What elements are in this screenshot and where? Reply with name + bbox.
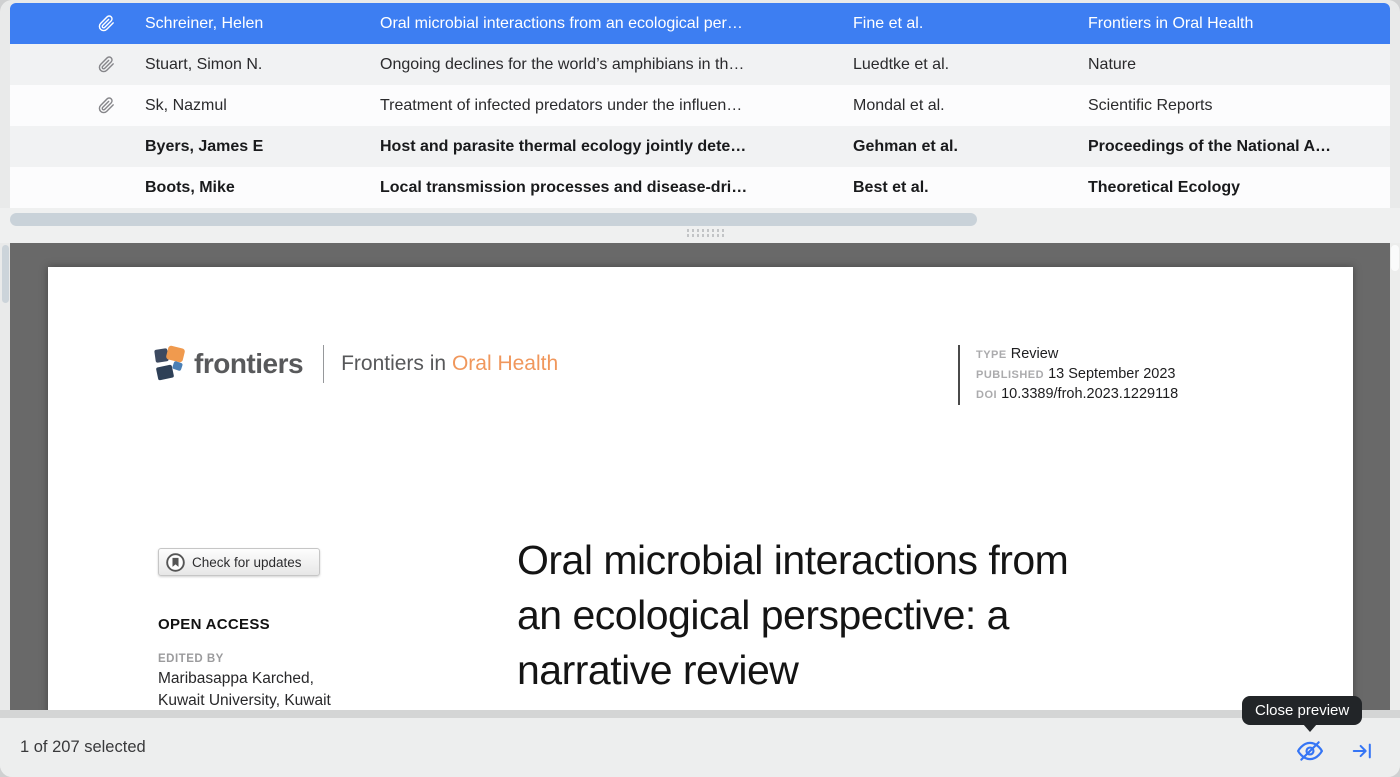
etal-cell: Gehman et al. [853, 126, 1088, 167]
article-title: Oral microbial interactions from an ecol… [517, 533, 1068, 698]
meta-value: Review [1011, 346, 1059, 362]
attachment-cell [10, 126, 145, 167]
journal-cell: Scientific Reports [1088, 85, 1390, 126]
author-cell: Byers, James E [145, 126, 380, 167]
author-cell: Boots, Mike [145, 167, 380, 208]
meta-label: PUBLISHED [976, 369, 1044, 381]
journal-brand: frontiers Frontiers in Oral Health [154, 343, 558, 385]
meta-line: PUBLISHED 13 September 2023 [976, 365, 1178, 385]
title-cell: Treatment of infected predators under th… [380, 85, 853, 126]
table-row[interactable]: Sk, Nazmul Treatment of infected predato… [10, 85, 1390, 126]
journal-name-highlight: Oral Health [452, 352, 558, 375]
right-vertical-scrollbar-track [1390, 243, 1400, 710]
title-cell: Oral microbial interactions from an ecol… [380, 3, 853, 44]
expand-panel-button[interactable] [1346, 735, 1378, 767]
article-title-line: an ecological perspective: a [517, 588, 1068, 643]
left-vertical-scrollbar-thumb[interactable] [2, 245, 9, 303]
journal-cell: Frontiers in Oral Health [1088, 3, 1390, 44]
meta-value: 10.3389/froh.2023.1229118 [1001, 386, 1178, 402]
journal-name: Frontiers in Oral Health [341, 352, 558, 376]
selection-count-text: 1 of 207 selected [20, 718, 146, 777]
article-meta-block: TYPE Review PUBLISHED 13 September 2023 … [958, 345, 1178, 405]
pane-splitter-area [0, 208, 1400, 243]
table-row[interactable]: Boots, Mike Local transmission processes… [10, 167, 1390, 208]
pdf-preview-pane: frontiers Frontiers in Oral Health TYPE … [10, 243, 1390, 710]
right-vertical-scrollbar-thumb[interactable] [1391, 245, 1399, 271]
attachment-cell [10, 167, 145, 208]
paperclip-icon [98, 56, 115, 73]
journal-name-prefix: Frontiers in [341, 352, 452, 375]
title-cell: Host and parasite thermal ecology jointl… [380, 126, 853, 167]
arrow-to-bar-icon [1351, 740, 1373, 762]
crossmark-icon [166, 553, 185, 572]
check-for-updates-label: Check for updates [192, 555, 302, 570]
table-row[interactable]: Schreiner, Helen Oral microbial interact… [10, 3, 1390, 44]
meta-label: TYPE [976, 349, 1007, 361]
paperclip-icon [98, 97, 115, 114]
journal-cell: Proceedings of the National A… [1088, 126, 1390, 167]
edited-by-label: EDITED BY [158, 653, 224, 665]
close-preview-button[interactable] [1294, 735, 1326, 767]
meta-value: 13 September 2023 [1048, 366, 1175, 382]
open-access-label: OPEN ACCESS [158, 616, 270, 633]
etal-cell: Luedtke et al. [853, 44, 1088, 85]
author-cell: Schreiner, Helen [145, 3, 380, 44]
etal-cell: Mondal et al. [853, 85, 1088, 126]
app-window: Schreiner, Helen Oral microbial interact… [0, 0, 1400, 777]
frontiers-logotype: frontiers [194, 348, 303, 380]
journal-cell: Theoretical Ecology [1088, 167, 1390, 208]
author-cell: Stuart, Simon N. [145, 44, 380, 85]
article-title-line: Oral microbial interactions from [517, 533, 1068, 588]
meta-line: TYPE Review [976, 345, 1178, 365]
brand-divider [323, 345, 324, 383]
splitter-drag-handle-icon[interactable] [687, 229, 724, 237]
editor-affiliation: Kuwait University, Kuwait [158, 692, 331, 710]
eye-off-icon [1297, 738, 1323, 764]
journal-cell: Nature [1088, 44, 1390, 85]
etal-cell: Fine et al. [853, 3, 1088, 44]
tooltip-arrow [1303, 724, 1317, 732]
table-row[interactable]: Stuart, Simon N. Ongoing declines for th… [10, 44, 1390, 85]
meta-label: DOI [976, 389, 997, 401]
bottom-divider [0, 710, 1400, 718]
attachment-cell [10, 44, 145, 85]
horizontal-scrollbar-thumb[interactable] [10, 213, 977, 226]
article-title-line: narrative review [517, 643, 1068, 698]
reference-table: Schreiner, Helen Oral microbial interact… [10, 3, 1390, 208]
frontiers-logo-icon [154, 345, 188, 383]
attachment-cell [10, 3, 145, 44]
etal-cell: Best et al. [853, 167, 1088, 208]
pdf-page: frontiers Frontiers in Oral Health TYPE … [48, 267, 1353, 710]
meta-line: DOI 10.3389/froh.2023.1229118 [976, 385, 1178, 405]
status-bar: 1 of 207 selected [0, 718, 1400, 777]
tooltip: Close preview [1242, 696, 1362, 725]
title-cell: Ongoing declines for the world’s amphibi… [380, 44, 853, 85]
author-cell: Sk, Nazmul [145, 85, 380, 126]
attachment-cell [10, 85, 145, 126]
editor-name: Maribasappa Karched, [158, 670, 314, 688]
check-for-updates-button[interactable]: Check for updates [158, 548, 320, 576]
table-row[interactable]: Byers, James E Host and parasite thermal… [10, 126, 1390, 167]
paperclip-icon [98, 15, 115, 32]
title-cell: Local transmission processes and disease… [380, 167, 853, 208]
